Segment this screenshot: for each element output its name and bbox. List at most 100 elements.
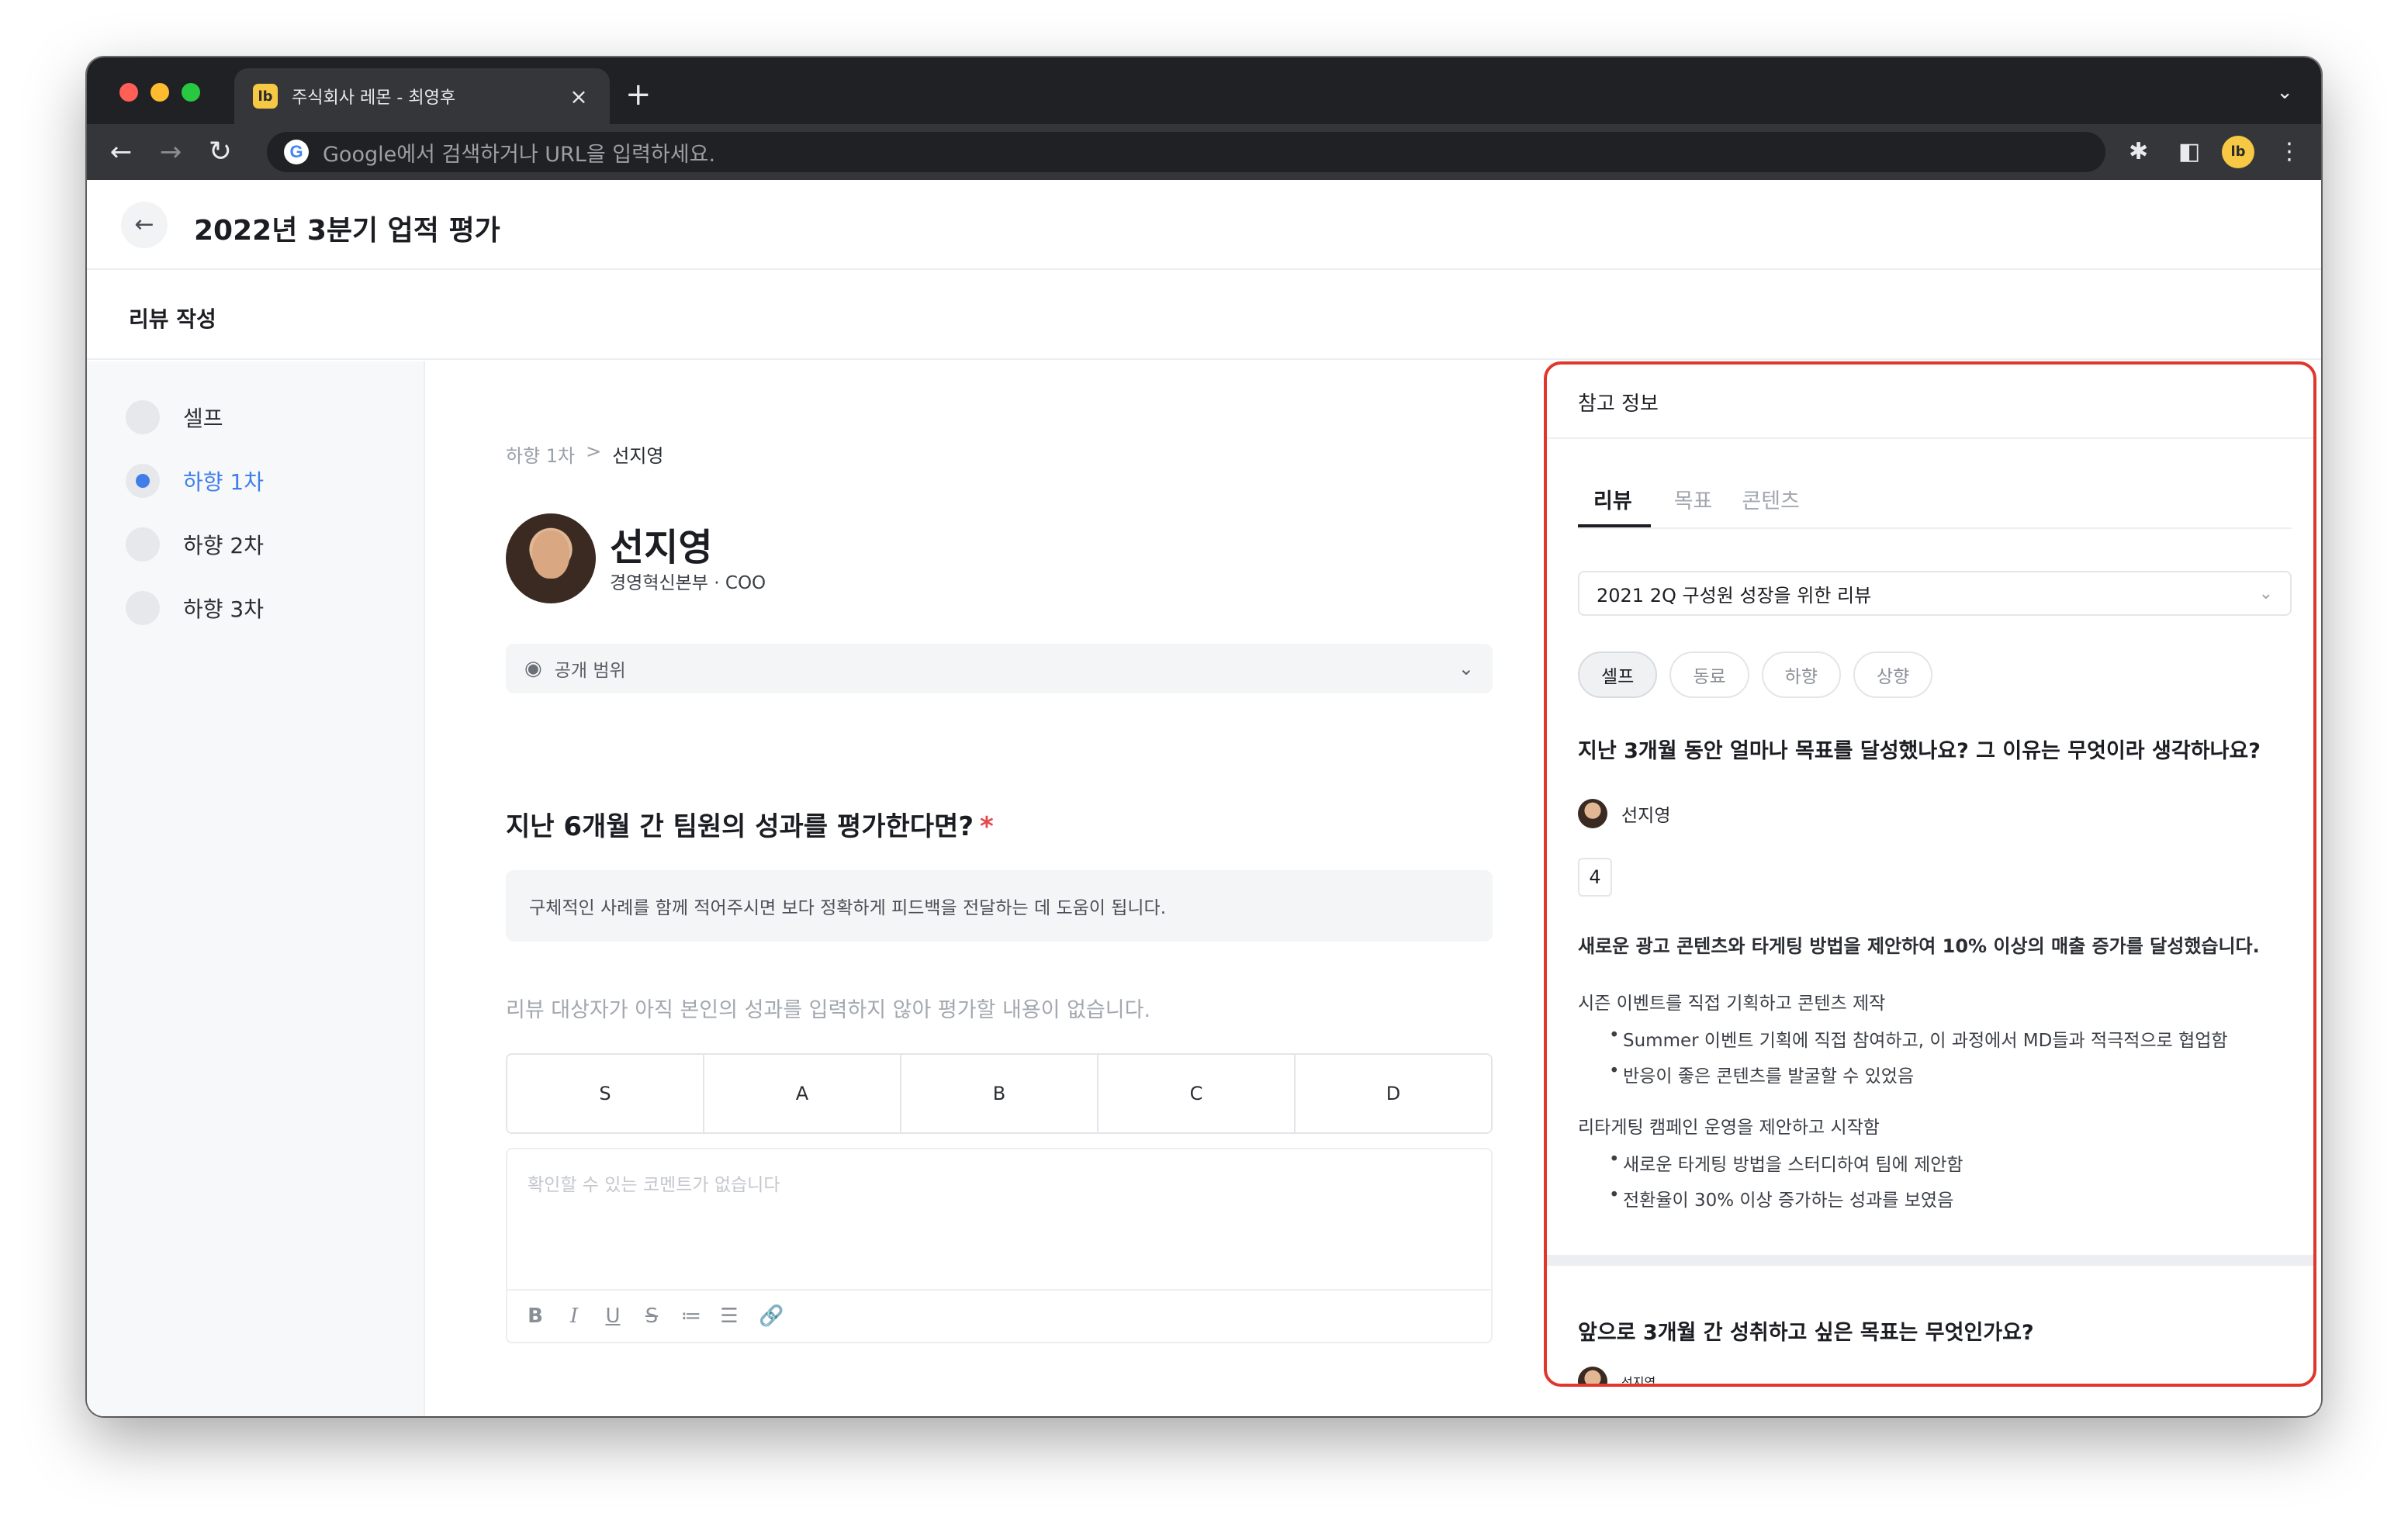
step-downward-1[interactable]: 하향 1차 [126, 464, 264, 498]
grade-selector: S A B C D [506, 1053, 1493, 1134]
step-downward-2[interactable]: 하향 2차 [126, 527, 264, 562]
browser-titlebar: lb 주식회사 레몬 - 최영후 × + ⌄ [87, 57, 2321, 124]
review-cycle-value: 2021 2Q 구성원 성장을 위한 리뷰 [1597, 584, 1872, 607]
minimize-window-button[interactable] [150, 83, 169, 102]
page-header: ← 2022년 3분기 업적 평가 [87, 180, 2321, 270]
section-divider [1547, 1255, 2313, 1266]
score-badge: 4 [1578, 858, 1612, 897]
answer-group-heading: 리타게팅 캠페인 운영을 제안하고 시작함 [1578, 1118, 1880, 1138]
side-panel-icon[interactable]: ◧ [2178, 138, 2200, 166]
chip-peer[interactable]: 동료 [1669, 651, 1749, 698]
avatar [1578, 799, 1607, 828]
step-self[interactable]: 셀프 [126, 400, 223, 434]
profile-avatar[interactable]: lb [2222, 136, 2254, 168]
sub-header: 리뷰 작성 [87, 271, 2321, 360]
reference-panel-header: 참고 정보 [1547, 365, 2313, 439]
browser-toolbar: ← → ↻ G Google에서 검색하거나 URL을 입력하세요. ✱ ◧ l… [87, 124, 2321, 180]
answer-group-heading: 시즌 이벤트를 직접 기획하고 콘텐츠 제작 [1578, 994, 1886, 1014]
tab-goals[interactable]: 목표 [1668, 484, 1719, 527]
arrow-left-icon: ← [134, 211, 154, 238]
reviewer-type-filter: 셀프 동료 하향 상향 [1578, 651, 1933, 698]
avatar [506, 513, 596, 603]
reference-panel-title: 참고 정보 [1578, 392, 1659, 416]
italic-icon[interactable]: I [565, 1305, 583, 1328]
reference-panel: 참고 정보 리뷰 목표 콘텐츠 2021 2Q 구성원 성장을 위한 리뷰 ⌄ … [1544, 361, 2321, 1416]
grade-option-a[interactable]: A [704, 1055, 901, 1132]
back-button[interactable]: ← [121, 202, 168, 248]
bold-icon[interactable]: B [526, 1305, 545, 1328]
favicon-icon: lb [253, 84, 278, 109]
bullet-list-icon[interactable]: ☰ [720, 1305, 739, 1328]
reference-question: 지난 3개월 동안 얼마나 목표를 달성했나요? 그 이유는 무엇이라 생각하나… [1578, 739, 2261, 763]
comment-editor[interactable]: 확인할 수 있는 코멘트가 없습니다 B I U S ≔ ☰ 🔗 [506, 1148, 1493, 1343]
step-label: 셀프 [183, 406, 223, 431]
avatar [1578, 1367, 1607, 1384]
grade-option-d[interactable]: D [1296, 1055, 1491, 1132]
answer-bullet: 반응이 좋은 콘텐츠를 발굴할 수 있었음 [1578, 1061, 2228, 1087]
breadcrumb-parent[interactable]: 하향 1차 [506, 441, 575, 468]
step-indicator-active [126, 464, 160, 498]
answer-group: 시즌 이벤트를 직접 기획하고 콘텐츠 제작 Summer 이벤트 기획에 직접… [1578, 988, 2228, 1097]
eye-icon: ◉ [524, 657, 542, 680]
breadcrumb: 하향 1차 > 선지영 [506, 441, 664, 468]
question-hint: 구체적인 사례를 함께 적어주시면 보다 정확하게 피드백을 전달하는 데 도움… [506, 870, 1493, 942]
question-title: 지난 6개월 간 팀원의 성과를 평가한다면? * [506, 805, 994, 843]
grade-option-s[interactable]: S [507, 1055, 704, 1132]
kebab-menu-icon[interactable]: ⋮ [2278, 138, 2301, 166]
address-bar[interactable]: G Google에서 검색하거나 URL을 입력하세요. [267, 132, 2105, 172]
maximize-window-button[interactable] [182, 83, 200, 102]
link-icon[interactable]: 🔗 [759, 1305, 784, 1328]
step-label: 하향 1차 [183, 469, 264, 495]
editor-toolbar: B I U S ≔ ☰ 🔗 [507, 1289, 1491, 1342]
answer-bullet: 전환율이 30% 이상 증가하는 성과를 보였음 [1578, 1185, 1963, 1211]
grade-option-c[interactable]: C [1098, 1055, 1296, 1132]
extensions-puzzle-icon[interactable]: ✱ [2129, 138, 2148, 166]
review-cycle-select[interactable]: 2021 2Q 구성원 성장을 위한 리뷰 ⌄ [1578, 571, 2292, 616]
underline-icon[interactable]: U [604, 1305, 622, 1328]
step-label: 하향 3차 [183, 596, 264, 622]
empty-notice: 리뷰 대상자가 아직 본인의 성과를 입력하지 않아 평가할 내용이 없습니다. [506, 998, 1151, 1022]
tab-contents[interactable]: 콘텐츠 [1735, 484, 1806, 527]
question-text: 지난 6개월 간 팀원의 성과를 평가한다면? [506, 811, 974, 842]
tab-search-chevron-icon[interactable]: ⌄ [2276, 81, 2293, 104]
tabs-divider [1578, 527, 2292, 529]
reviewee-role: 경영혁신본부 · COO [610, 573, 766, 593]
author-name: 선지영 [1621, 806, 1671, 826]
close-window-button[interactable] [119, 83, 138, 102]
answer-author: 선지영 [1578, 799, 1670, 828]
reload-icon[interactable]: ↻ [205, 137, 236, 168]
new-tab-button[interactable]: + [625, 76, 652, 113]
answer-summary: 새로운 광고 콘텐츠와 타게팅 방법을 제안하여 10% 이상의 매출 증가를 … [1578, 935, 2260, 957]
chip-upward[interactable]: 상향 [1853, 651, 1933, 698]
reviewee-name: 선지영 [610, 526, 713, 569]
answer-bullet: Summer 이벤트 기획에 직접 참여하고, 이 과정에서 MD들과 적극적으… [1578, 1025, 2228, 1052]
grade-option-b[interactable]: B [901, 1055, 1098, 1132]
reference-question: 앞으로 3개월 간 성취하고 싶은 목표는 무엇인가요? [1578, 1321, 2034, 1345]
chip-self[interactable]: 셀프 [1578, 651, 1658, 698]
address-bar-placeholder: Google에서 검색하거나 URL을 입력하세요. [323, 142, 716, 167]
google-icon: G [284, 140, 309, 164]
breadcrumb-current: 선지영 [612, 445, 664, 467]
step-label: 하향 2차 [183, 533, 264, 558]
answer-bullet: 새로운 타게팅 방법을 스터디하여 팀에 제안함 [1578, 1149, 1963, 1176]
answer-group: 리타게팅 캠페인 운영을 제안하고 시작함 새로운 타게팅 방법을 스터디하여 … [1578, 1112, 1963, 1221]
chip-downward[interactable]: 하향 [1761, 651, 1841, 698]
forward-arrow-icon[interactable]: → [155, 137, 186, 168]
app-content: ← 2022년 3분기 업적 평가 리뷰 작성 셀프 하향 1차 하향 2차 하… [87, 180, 2321, 1416]
author-name: 선지영 [1621, 1375, 1656, 1387]
step-indicator [126, 591, 160, 625]
step-indicator [126, 400, 160, 434]
tab-review[interactable]: 리뷰 [1578, 484, 1651, 527]
ordered-list-icon[interactable]: ≔ [681, 1305, 701, 1328]
answer-author: 선지영 [1578, 1367, 1656, 1387]
visibility-scope-dropdown[interactable]: ◉ 공개 범위 ⌄ [506, 644, 1493, 693]
tab-close-icon[interactable]: × [566, 84, 591, 109]
back-arrow-icon[interactable]: ← [106, 137, 137, 168]
comment-placeholder: 확인할 수 있는 코멘트가 없습니다 [528, 1175, 780, 1195]
browser-window: lb 주식회사 레몬 - 최영후 × + ⌄ ← → ↻ G Google에서 … [87, 57, 2321, 1416]
browser-tab[interactable]: lb 주식회사 레몬 - 최영후 × [234, 68, 610, 124]
review-steps-sidebar: 셀프 하향 1차 하향 2차 하향 3차 [87, 361, 425, 1416]
strikethrough-icon[interactable]: S [642, 1305, 661, 1328]
step-downward-3[interactable]: 하향 3차 [126, 591, 264, 625]
reference-tabs: 리뷰 목표 콘텐츠 [1578, 484, 1806, 527]
